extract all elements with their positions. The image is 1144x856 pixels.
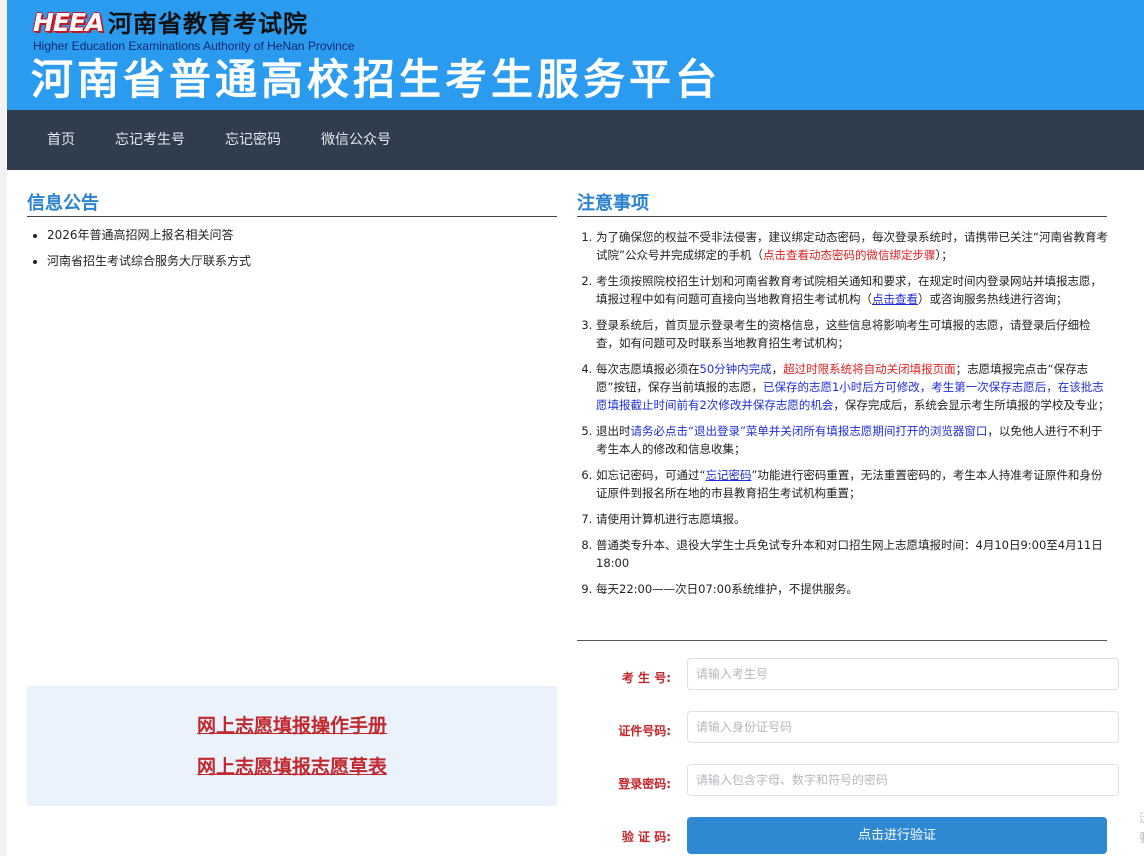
nav-item-forgot-exam-no[interactable]: 忘记考生号 — [115, 110, 185, 170]
rule-text: 如忘记密码，可通过“ — [596, 468, 706, 482]
rule-text: ）或咨询服务热线进行咨询； — [918, 292, 1068, 306]
rule-item: 普通类专升本、退役大学生士兵免试专升本和对口招生网上志愿填报时间：4月10日9:… — [596, 536, 1110, 572]
id-number-label: 证件号码: — [618, 724, 671, 738]
operation-manual-link[interactable]: 网上志愿填报操作手册 — [27, 714, 557, 738]
site-header: HEEA 河南省教育考试院 Higher Education Examinati… — [7, 0, 1144, 110]
rule-text: ，保存完成后，系统会显示考生所填报的学校及专业； — [833, 398, 1110, 412]
captcha-label: 验 证 码: — [621, 830, 671, 844]
page: HEEA 河南省教育考试院 Higher Education Examinati… — [7, 0, 1144, 856]
org-name-cn: 河南省教育考试院 — [108, 10, 308, 38]
rules-bottom-divider — [577, 640, 1107, 641]
draft-form-link[interactable]: 网上志愿填报志愿草表 — [27, 755, 557, 779]
notice-item[interactable]: 河南省招生考试综合服务大厅联系方式 — [47, 252, 251, 270]
rule-item: 每天22:00——次日07:00系统维护，不提供服务。 — [596, 580, 1110, 598]
notice-item[interactable]: 2026年普通高招网上报名相关问答 — [47, 226, 251, 244]
notices-divider — [27, 216, 557, 217]
rule-text: ）； — [935, 248, 953, 262]
nav-item-wechat[interactable]: 微信公众号 — [321, 110, 391, 170]
manual-box: 网上志愿填报操作手册 网上志愿填报志愿草表 — [27, 686, 557, 806]
rule-warning: 超过时限系统将自动关闭填报页面 — [783, 362, 956, 376]
password-input[interactable] — [687, 764, 1119, 796]
rule-item: 请使用计算机进行志愿填报。 — [596, 510, 1110, 528]
rule-item: 登录系统后，首页显示登录考生的资格信息，这些信息将影响考生可填报的志愿，请登录后… — [596, 316, 1110, 352]
platform-title: 河南省普通高校招生考生服务平台 — [31, 55, 722, 104]
notice-list: 2026年普通高招网上报名相关问答 河南省招生考试综合服务大厅联系方式 — [27, 226, 251, 278]
wechat-binding-link[interactable]: 点击查看动态密码的微信绑定步骤 — [763, 248, 936, 262]
nav-item-forgot-password[interactable]: 忘记密码 — [225, 110, 281, 170]
org-name-en: Higher Education Examinations Authority … — [33, 39, 355, 53]
password-label: 登录密码: — [618, 777, 671, 791]
notices-title: 信息公告 — [27, 193, 99, 214]
verify-button[interactable]: 点击进行验证 — [687, 817, 1107, 854]
exam-no-label: 考 生 号: — [621, 671, 671, 685]
rules-divider — [577, 216, 1107, 217]
edge-text: 泛 要 — [1139, 808, 1144, 848]
rule-item: 每次志愿填报必须在50分钟内完成，超过时限系统将自动关闭填报页面；志愿填报完点击… — [596, 360, 1110, 414]
rule-item: 退出时请务必点击“退出登录”菜单并关闭所有填报志愿期间打开的浏览器窗口，以免他人… — [596, 422, 1110, 458]
rule-item: 考生须按照院校招生计划和河南省教育考试院相关通知和要求，在规定时间内登录网站并填… — [596, 272, 1110, 308]
rule-item: 为了确保您的权益不受非法侵害，建议绑定动态密码，每次登录系统时，请携带已关注“河… — [596, 228, 1110, 264]
rule-highlight: 请务必点击“退出登录”菜单并关闭所有填报志愿期间打开的浏览器窗口 — [630, 424, 988, 438]
rule-text: 退出时 — [596, 424, 631, 438]
logo-text: HEEA — [33, 8, 104, 37]
rule-highlight: 50分钟内完成 — [699, 362, 772, 376]
id-number-input[interactable] — [687, 711, 1119, 743]
rules-list: 为了确保您的权益不受非法侵害，建议绑定动态密码，每次登录系统时，请携带已关注“河… — [582, 228, 1110, 606]
nav-item-home[interactable]: 首页 — [47, 110, 75, 170]
rule-item: 如忘记密码，可通过“忘记密码”功能进行密码重置，无法重置密码的，考生本人持准考证… — [596, 466, 1110, 502]
rule-text: ， — [771, 362, 784, 376]
heea-logo: HEEA — [33, 8, 104, 38]
forgot-password-link[interactable]: 忘记密码 — [705, 468, 751, 482]
exam-no-input[interactable] — [687, 658, 1119, 690]
rule-text: 每次志愿填报必须在 — [596, 362, 700, 376]
top-nav: 首页 忘记考生号 忘记密码 微信公众号 — [7, 110, 1144, 170]
local-agency-link[interactable]: 点击查看 — [872, 292, 918, 306]
rules-title: 注意事项 — [577, 193, 649, 214]
